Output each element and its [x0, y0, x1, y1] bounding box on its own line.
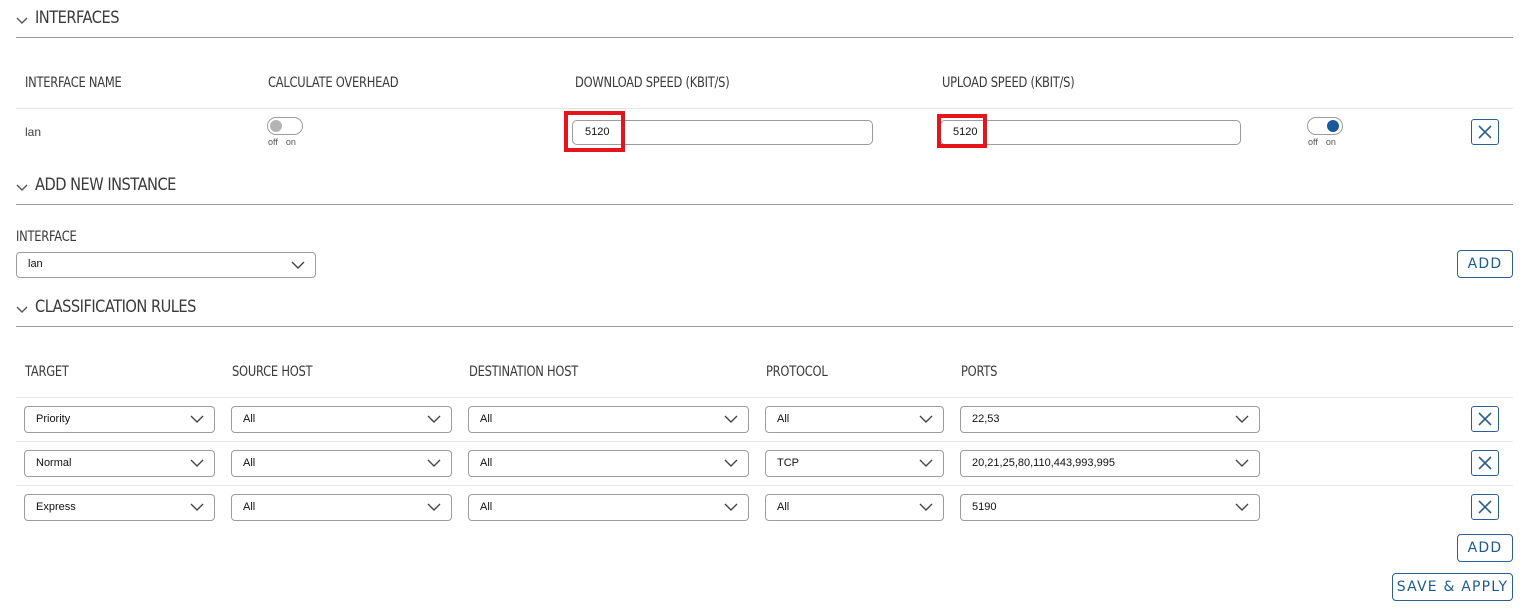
highlight-box	[564, 111, 625, 152]
divider	[16, 108, 1513, 109]
chevron-down-icon	[919, 415, 933, 423]
chevron-down-icon	[291, 261, 305, 269]
add-rule-button[interactable]: ADD	[1457, 534, 1513, 562]
interface-name-value: lan	[25, 125, 42, 139]
ports-select[interactable]: 5190	[960, 494, 1260, 521]
target-select[interactable]: Normal	[24, 450, 215, 477]
delete-rule-button[interactable]	[1471, 494, 1499, 520]
close-icon	[1478, 456, 1492, 470]
toggle-knob	[270, 120, 282, 132]
col-destination-host: DESTINATION HOST	[469, 364, 579, 380]
chevron-down-icon	[190, 503, 204, 511]
chevron-down-icon	[16, 184, 28, 191]
chevron-down-icon	[16, 306, 28, 313]
col-interface-name: INTERFACE NAME	[25, 75, 122, 91]
close-icon	[1478, 500, 1492, 514]
chevron-down-icon	[724, 415, 738, 423]
close-icon	[1478, 412, 1492, 426]
add-instance-button[interactable]: ADD	[1457, 250, 1513, 278]
source-host-select[interactable]: All	[231, 494, 452, 521]
ports-select[interactable]: 22,53	[960, 406, 1260, 433]
col-source-host: SOURCE HOST	[232, 364, 313, 380]
chevron-down-icon	[427, 503, 441, 511]
divider	[16, 397, 1513, 398]
chevron-down-icon	[1235, 415, 1249, 423]
toggle-knob	[1327, 120, 1339, 132]
protocol-select[interactable]: All	[765, 406, 944, 433]
chevron-down-icon	[1235, 503, 1249, 511]
interfaces-section-header[interactable]: INTERFACES	[16, 8, 1513, 38]
protocol-select[interactable]: TCP	[765, 450, 944, 477]
chevron-down-icon	[190, 459, 204, 467]
chevron-down-icon	[427, 415, 441, 423]
col-target: TARGET	[25, 364, 69, 380]
delete-rule-button[interactable]	[1471, 406, 1499, 432]
col-protocol: PROTOCOL	[766, 364, 828, 380]
enable-toggle[interactable]	[1307, 117, 1343, 135]
destination-host-select[interactable]: All	[468, 494, 749, 521]
divider	[16, 441, 1513, 442]
chevron-down-icon	[16, 17, 28, 24]
chevron-down-icon	[1235, 459, 1249, 467]
col-calculate-overhead: CALCULATE OVERHEAD	[268, 75, 399, 91]
destination-host-select[interactable]: All	[468, 450, 749, 477]
delete-rule-button[interactable]	[1471, 450, 1499, 476]
section-title: INTERFACES	[35, 8, 119, 28]
interface-select[interactable]: lan	[16, 252, 316, 278]
highlight-box	[937, 114, 987, 148]
save-apply-button[interactable]: SAVE & APPLY	[1392, 573, 1513, 601]
chevron-down-icon	[724, 459, 738, 467]
section-title: ADD NEW INSTANCE	[35, 175, 176, 195]
overhead-toggle[interactable]	[267, 117, 303, 135]
chevron-down-icon	[427, 459, 441, 467]
source-host-select[interactable]: All	[231, 450, 452, 477]
add-instance-section-header[interactable]: ADD NEW INSTANCE	[16, 175, 1513, 205]
protocol-select[interactable]: All	[765, 494, 944, 521]
classification-section-header[interactable]: CLASSIFICATION RULES	[16, 297, 1513, 327]
target-select[interactable]: Priority	[24, 406, 215, 433]
destination-host-select[interactable]: All	[468, 406, 749, 433]
target-select[interactable]: Express	[24, 494, 215, 521]
ports-select[interactable]: 20,21,25,80,110,443,993,995	[960, 450, 1260, 477]
chevron-down-icon	[919, 503, 933, 511]
interface-label: INTERFACE	[16, 229, 77, 245]
source-host-select[interactable]: All	[231, 406, 452, 433]
divider	[16, 485, 1513, 486]
col-upload-speed: UPLOAD SPEED (KBIT/S)	[942, 75, 1075, 91]
chevron-down-icon	[724, 503, 738, 511]
toggle-labels: off on	[268, 137, 296, 147]
toggle-labels: off on	[1308, 137, 1336, 147]
section-title: CLASSIFICATION RULES	[35, 297, 196, 317]
chevron-down-icon	[919, 459, 933, 467]
col-ports: PORTS	[961, 364, 998, 380]
close-icon	[1478, 125, 1492, 139]
col-download-speed: DOWNLOAD SPEED (KBIT/S)	[575, 75, 730, 91]
chevron-down-icon	[190, 415, 204, 423]
delete-interface-button[interactable]	[1471, 119, 1499, 145]
